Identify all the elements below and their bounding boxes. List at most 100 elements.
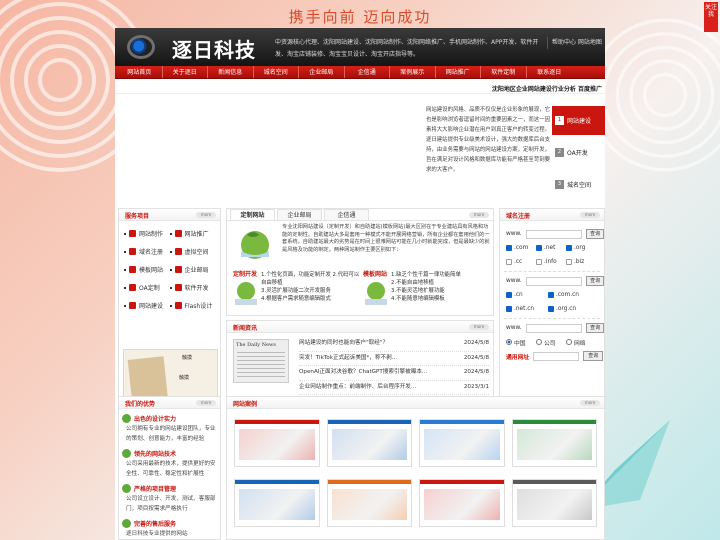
custom-point: 1.个性化页面，功能定制开发 2.代码可以自由移植 [261,272,360,286]
domain-input[interactable] [525,229,583,239]
general-address-input[interactable] [533,351,580,361]
nav-item-mail[interactable]: 企业邮局 [299,66,345,78]
service-item[interactable]: 域名注册 [124,247,170,256]
news-item[interactable]: 企业网站制作重点：前端制作、后台程序开发... 2023/3/1 [299,381,489,395]
news-item[interactable]: 突发！TikTok正式起诉美国*，称不剥... 2024/5/8 [299,352,489,366]
checkbox-unchecked[interactable] [506,259,512,265]
tld-label: 中国 [514,340,526,347]
nav-item-home[interactable]: 网站首页 [117,66,163,78]
general-query-button[interactable]: 查询 [583,351,604,361]
ticker-text[interactable]: 沈阳地区企业网站建设行业分析 百度推广 [492,84,602,93]
checkbox-checked[interactable] [506,292,512,298]
www-prefix: www. [506,278,522,284]
service-item[interactable]: 软件开发 [169,283,216,292]
service-label: OA定制 [139,285,160,292]
service-icon [174,266,182,273]
follow-us-tab[interactable]: 关注我 [704,2,718,32]
banner-tab-website[interactable]: 1 网站建设 [552,106,605,135]
tab-enterprise-mail[interactable]: 企业邮局 [277,209,322,220]
service-icon [129,248,136,255]
custom-points: 1.个性化页面，功能定制开发 2.代码可以自由移植 3.灵活扩展功能二次开发服务… [261,271,361,303]
domain-more-button[interactable]: more [580,212,600,218]
banner-tab-domain[interactable]: 3 城名空间 [552,170,605,199]
checkbox-checked[interactable] [548,292,554,298]
nav-item-software[interactable]: 软件定制 [481,66,527,78]
advantages-title: 我们的优势 [125,401,156,408]
nav-item-cases[interactable]: 案例展示 [390,66,436,78]
radio-selected[interactable] [506,339,512,345]
custom-title[interactable]: 定制开发 [233,269,257,278]
logo-text[interactable]: 逐日科技 [172,34,256,63]
news-more-button[interactable]: more [469,324,489,330]
case-thumbnail[interactable] [511,479,597,527]
checkbox-checked[interactable] [566,245,572,251]
advantages-box: 我们的优势 more 出色的设计实力 公司拥有专业的网站建设团队，专业的策划、创… [118,396,221,540]
domain-search-row: www. 查询 [500,227,604,241]
globe-icon [365,282,387,305]
news-item[interactable]: 网站建设的同时也能向客户"取经"？ 2024/5/8 [299,337,489,352]
checkbox-checked[interactable] [548,306,554,312]
template-point: 3.不能灵活地扩展功能 [391,288,445,294]
tab-custom-site[interactable]: 定制网站 [230,209,275,220]
case-thumbnail[interactable] [419,419,505,467]
checkbox-checked[interactable] [506,306,512,312]
case-thumbnail[interactable] [326,479,412,527]
banner-tab-label: 网站建设 [567,118,592,125]
service-item[interactable]: 模板网站 [124,265,170,274]
service-item[interactable]: 虚拟空间 [169,247,216,256]
checkbox-unchecked[interactable] [536,259,542,265]
advantages-more-button[interactable]: more [196,400,216,406]
site-types-more-button[interactable]: more [469,212,489,218]
nav-item-news[interactable]: 新闻信息 [208,66,254,78]
domain-title: 域名注册 [506,213,531,220]
radio-unselected[interactable] [536,339,542,345]
service-item[interactable]: 网站建设 [124,301,170,310]
tab-sms[interactable]: 企信通 [324,209,369,220]
case-thumbnail[interactable] [234,479,320,527]
service-item[interactable]: Flash设计 [169,301,216,310]
domain-input-chinese[interactable] [525,323,583,333]
service-item[interactable]: 企业邮局 [169,265,216,274]
service-item[interactable]: OA定制 [124,283,170,292]
site-types-tabs: 定制网站 企业邮局 企信通 [227,209,493,221]
service-label: 软件开发 [184,285,209,292]
service-item[interactable]: 网站推广 [169,229,216,238]
tld-label: .net.cn [514,306,535,312]
tld-label: .com.cn [556,292,579,298]
case-thumbnail[interactable] [326,419,412,467]
case-thumbnail[interactable] [511,419,597,467]
header-links[interactable]: 帮助中心 网站地图 [547,37,605,49]
nav-item-about[interactable]: 关于逐日 [163,66,208,78]
domain-query-button[interactable]: 查询 [586,276,604,286]
case-thumbnail[interactable] [419,479,505,527]
news-item[interactable]: OpenAI正面对决谷歌？ChatGPT搜索引擎被曝本... 2024/5/8 [299,366,489,381]
domain-input-cn[interactable] [525,276,583,286]
nav-item-domain[interactable]: 城名空间 [254,66,299,78]
radio-unselected[interactable] [566,339,572,345]
checkbox-unchecked[interactable] [566,259,572,265]
domain-query-button[interactable]: 查询 [586,323,604,333]
cases-more-button[interactable]: more [580,400,600,406]
checkbox-checked[interactable] [506,245,512,251]
nav-item-sms[interactable]: 企信通 [345,66,390,78]
tld-label: 网络 [574,340,586,347]
services-more-button[interactable]: more [196,212,216,218]
service-item[interactable]: 网站制作 [124,229,170,238]
case-header-bar [512,420,596,424]
tld-row: .net.cn .org.cn [500,302,604,316]
advantage-item: 领先的网站技术 公司采用最新的技术，提供更好的安全性、可靠性、稳定性和扩展性 [122,449,217,479]
banner-tab-oa[interactable]: 2 OA开发 [552,138,605,167]
domain-query-button[interactable]: 查询 [586,229,604,239]
checkbox-checked[interactable] [536,245,542,251]
template-title[interactable]: 模板网站 [363,269,387,278]
template-point: 1.缺乏个性千篇一律功能简单 [391,272,461,278]
nav-item-contact[interactable]: 联系逐日 [527,66,573,78]
nav-item-promotion[interactable]: 网站推广 [436,66,481,78]
bullet-icon [169,286,172,289]
case-thumbnail[interactable] [234,419,320,467]
service-icon [129,302,136,309]
tld-row: .cc .info .biz [500,255,604,269]
advantage-item: 严格的项目管理 公司设立设计、开发、测试、客服部门，项目按需求严格执行 [122,484,217,514]
custom-point: 3.灵活扩展功能二次开发服务 [261,288,331,294]
news-item-title: 突发！TikTok正式起诉美国*，称不剥... [299,354,398,361]
